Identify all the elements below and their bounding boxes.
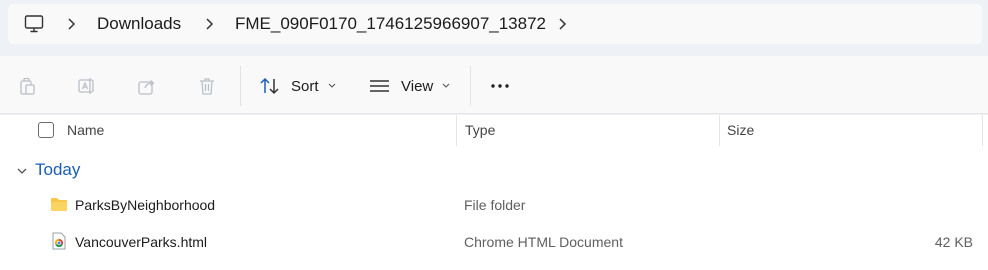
list-item[interactable]: VancouverParks.html Chrome HTML Document… <box>0 227 988 259</box>
more-icon[interactable] <box>490 76 510 96</box>
computer-icon[interactable] <box>24 14 44 34</box>
toolbar-separator <box>470 66 471 106</box>
chevron-right-icon[interactable] <box>557 17 567 31</box>
column-divider[interactable] <box>982 115 983 146</box>
sort-icon <box>260 77 279 95</box>
view-button[interactable]: View <box>369 72 450 100</box>
file-type: Chrome HTML Document <box>464 234 623 250</box>
file-name: VancouverParks.html <box>75 234 208 250</box>
file-name: ParksByNeighborhood <box>75 197 216 213</box>
column-divider[interactable] <box>719 115 720 146</box>
command-bar: Sort View <box>0 56 988 114</box>
view-icon <box>370 80 389 92</box>
breadcrumb-current-folder[interactable]: FME_090F0170_1746125966907_13872 <box>235 14 546 34</box>
chevron-down-icon <box>442 83 450 88</box>
copy-icon[interactable] <box>17 76 37 96</box>
column-size[interactable]: Size <box>727 122 754 138</box>
select-all-checkbox[interactable] <box>38 122 54 138</box>
sort-label: Sort <box>291 77 319 95</box>
chevron-down-icon <box>328 83 335 88</box>
share-icon[interactable] <box>137 76 157 96</box>
view-label: View <box>401 77 434 95</box>
chevron-down-icon[interactable] <box>16 166 28 176</box>
column-header: Name Type Size <box>0 115 988 146</box>
breadcrumb-downloads[interactable]: Downloads <box>97 14 181 34</box>
file-list: Name Type Size Today ParksByNeighborhood… <box>0 115 988 270</box>
column-name[interactable]: Name <box>67 122 104 138</box>
chevron-right-icon[interactable] <box>66 17 76 31</box>
file-size: 42 KB <box>934 234 973 250</box>
toolbar-separator <box>240 66 241 106</box>
chrome-html-icon <box>52 232 66 250</box>
chevron-right-icon[interactable] <box>204 17 214 31</box>
sort-button[interactable]: Sort <box>259 72 336 100</box>
rename-icon[interactable] <box>77 76 97 96</box>
folder-icon <box>51 198 67 211</box>
column-divider[interactable] <box>456 115 457 146</box>
file-type: File folder <box>464 197 526 213</box>
delete-icon[interactable] <box>197 76 217 96</box>
group-label: Today <box>35 160 81 179</box>
address-bar[interactable]: Downloads FME_090F0170_1746125966907_138… <box>8 4 982 44</box>
list-item[interactable]: ParksByNeighborhood File folder <box>0 190 988 222</box>
column-type[interactable]: Type <box>465 122 495 138</box>
